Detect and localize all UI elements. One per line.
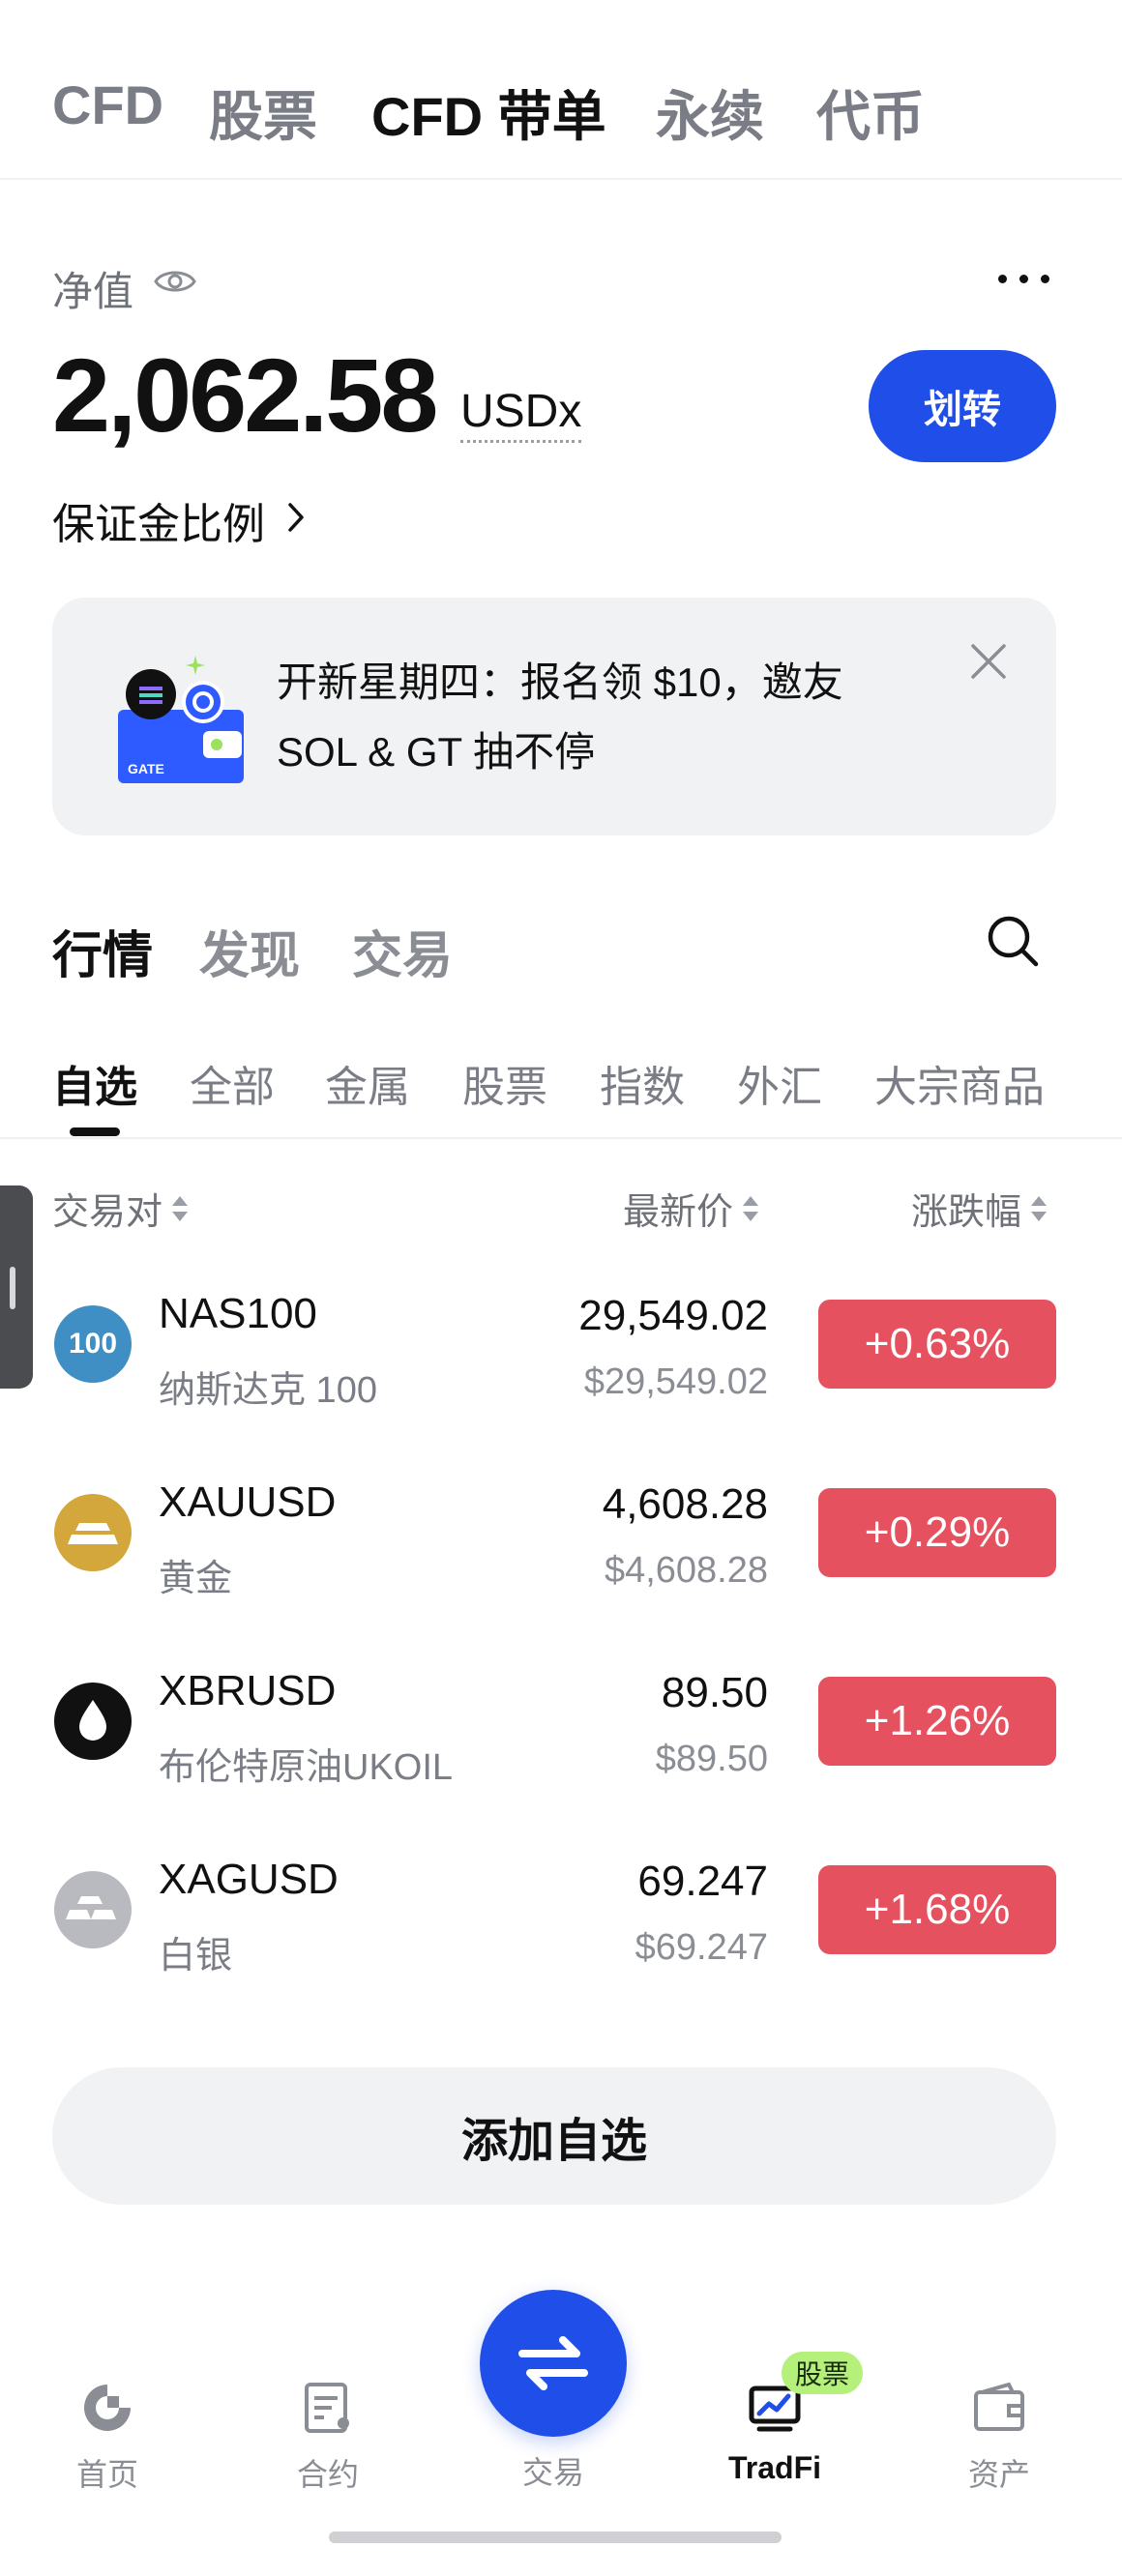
category-tab-commodities[interactable]: 大宗商品 <box>874 1052 1045 1114</box>
change-badge[interactable]: +0.29% <box>818 1488 1056 1577</box>
margin-ratio-link[interactable]: 保证金比例 <box>52 489 308 551</box>
change-badge[interactable]: +1.26% <box>818 1677 1056 1766</box>
sort-pair-header[interactable]: 交易对 <box>52 1182 189 1235</box>
category-tab-watchlist[interactable]: 自选 <box>52 1052 137 1114</box>
nav-trade-label: 交易 <box>521 2455 584 2490</box>
net-value-amount: 2,062.58 <box>52 337 438 454</box>
more-icon[interactable] <box>994 261 1056 290</box>
category-tab-metals[interactable]: 金属 <box>325 1052 410 1114</box>
banner-text: 开新星期四：报名领 $10，邀友 SOL & GT 抽不停 <box>277 648 934 787</box>
last-price: 29,549.02 <box>578 1292 768 1339</box>
nav-contract[interactable]: 合约 <box>255 2379 400 2495</box>
banner-logo-text: GATE <box>128 761 164 776</box>
close-icon[interactable] <box>969 642 1008 681</box>
symbol: XAGUSD <box>159 1856 339 1903</box>
trade-fab-button[interactable] <box>480 2290 627 2437</box>
nav-assets-label: 资产 <box>967 2457 1030 2492</box>
nav-home[interactable]: 首页 <box>35 2379 180 2495</box>
category-tab-stocks[interactable]: 股票 <box>462 1052 547 1114</box>
price-usd: $69.247 <box>635 1927 768 1968</box>
sort-icon <box>172 1194 189 1223</box>
market-row-xauusd[interactable]: XAUUSD 黄金 4,608.28 $4,608.28 +0.29% <box>0 1455 1122 1644</box>
search-icon[interactable] <box>985 913 1041 969</box>
tab-cfd[interactable]: CFD <box>52 73 163 136</box>
nasdaq-icon: 100 <box>54 1305 132 1383</box>
net-value-label: 净值 <box>52 269 134 314</box>
instrument-name: 布伦特原油UKOIL <box>159 1747 454 1788</box>
swap-arrows-icon <box>518 2336 588 2390</box>
eye-icon[interactable] <box>153 265 197 298</box>
price-usd: $29,549.02 <box>583 1361 768 1402</box>
market-row-nas100[interactable]: 100 NAS100 纳斯达克 100 29,549.02 $29,549.02… <box>0 1267 1122 1455</box>
contract-icon <box>299 2379 357 2437</box>
gold-bar-icon <box>54 1494 132 1571</box>
sort-icon <box>743 1194 759 1223</box>
change-badge[interactable]: +0.63% <box>818 1300 1056 1389</box>
sort-change-header[interactable]: 涨跌幅 <box>911 1182 1048 1235</box>
tab-perpetual[interactable]: 永续 <box>656 73 764 152</box>
transfer-button[interactable]: 划转 <box>869 350 1056 462</box>
last-price: 89.50 <box>661 1669 768 1716</box>
category-tab-all[interactable]: 全部 <box>190 1052 275 1114</box>
chevron-right-icon <box>286 496 308 544</box>
margin-ratio-label: 保证金比例 <box>52 501 265 548</box>
top-tab-bar: CFD 股票 CFD 带单 永续 代币 <box>0 0 1122 180</box>
instrument-name: 白银 <box>159 1936 233 1976</box>
banner-line-2: SOL & GT 抽不停 <box>277 729 596 775</box>
active-tab-indicator <box>70 1127 120 1136</box>
tradfi-badge: 股票 <box>782 2352 864 2394</box>
nav-assets[interactable]: 资产 <box>927 2379 1072 2495</box>
nav-tradfi[interactable]: TradFi <box>702 2379 847 2486</box>
instrument-name: 纳斯达克 100 <box>159 1370 377 1411</box>
market-row-xagusd[interactable]: XAGUSD 白银 69.247 $69.247 +1.68% <box>0 1832 1122 2021</box>
last-price: 69.247 <box>637 1858 768 1905</box>
instrument-name: 黄金 <box>159 1559 233 1599</box>
tab-stocks[interactable]: 股票 <box>209 73 317 152</box>
market-row-xbrusd[interactable]: XBRUSD 布伦特原油UKOIL 89.50 $89.50 +1.26% <box>0 1644 1122 1832</box>
add-watchlist-button[interactable]: 添加自选 <box>52 2067 1056 2205</box>
oil-drop-icon <box>54 1683 132 1760</box>
nav-home-label: 首页 <box>75 2457 138 2492</box>
gate-wallet-icon: GATE <box>110 642 255 787</box>
home-icon <box>78 2379 136 2437</box>
category-tab-forex[interactable]: 外汇 <box>737 1052 822 1114</box>
last-price: 4,608.28 <box>602 1480 768 1528</box>
silver-bar-icon <box>54 1871 132 1948</box>
home-indicator[interactable] <box>329 2532 782 2543</box>
price-header-label: 最新价 <box>623 1192 734 1233</box>
tab-discover[interactable]: 发现 <box>199 915 300 987</box>
symbol: NAS100 <box>159 1290 317 1337</box>
pair-header-label: 交易对 <box>52 1192 163 1233</box>
tab-cfd-copy-trading[interactable]: CFD 带单 <box>371 73 606 152</box>
divider <box>0 1137 1122 1139</box>
currency-label[interactable]: USDx <box>460 385 582 443</box>
tab-trade[interactable]: 交易 <box>352 915 453 987</box>
category-tab-indices[interactable]: 指数 <box>600 1052 685 1114</box>
nav-contract-label: 合约 <box>296 2457 359 2492</box>
banner-line-1: 开新星期四：报名领 $10，邀友 <box>277 659 843 705</box>
change-header-label: 涨跌幅 <box>911 1192 1022 1233</box>
sort-price-header[interactable]: 最新价 <box>623 1182 759 1235</box>
price-usd: $89.50 <box>655 1739 768 1779</box>
price-usd: $4,608.28 <box>604 1550 768 1591</box>
tab-market[interactable]: 行情 <box>52 915 153 987</box>
symbol: XAUUSD <box>159 1478 337 1526</box>
tab-tokens[interactable]: 代币 <box>816 73 925 152</box>
symbol: XBRUSD <box>159 1667 337 1714</box>
promo-banner[interactable]: GATE 开新星期四：报名领 $10，邀友 SOL & GT 抽不停 <box>52 598 1056 835</box>
wallet-icon <box>970 2379 1028 2437</box>
nav-tradfi-label: TradFi <box>727 2450 821 2485</box>
change-badge[interactable]: +1.68% <box>818 1865 1056 1954</box>
sort-icon <box>1031 1194 1048 1223</box>
